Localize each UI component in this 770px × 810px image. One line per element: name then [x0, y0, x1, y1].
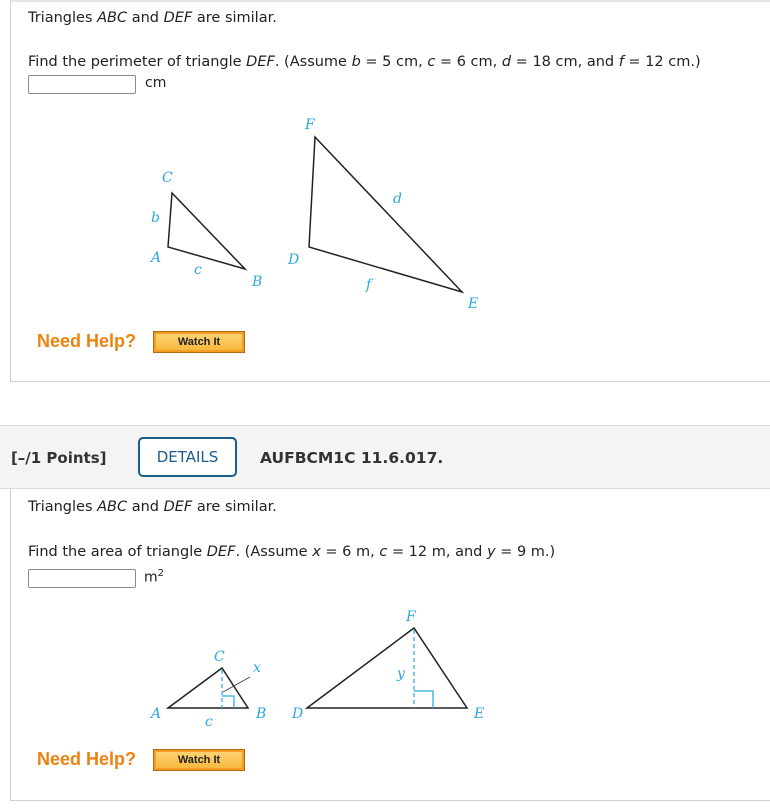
q2-need-help: Need Help?: [37, 749, 137, 769]
right-angle-mark-abc: [222, 695, 235, 708]
label-c-vertex-2: C: [214, 649, 225, 665]
label-x-side: x: [253, 660, 261, 676]
label-b-vertex-2: B: [255, 706, 266, 722]
label-d-vertex-2: D: [291, 706, 303, 722]
q2-figure: C x A c B F y D E: [149, 609, 484, 730]
q2-watch-it-button[interactable]: Watch It: [153, 749, 245, 771]
right-angle-mark-def: [414, 690, 434, 708]
triangle-def-2: [304, 626, 469, 709]
triangle-abc-2: [165, 666, 250, 709]
label-f-vertex-2: F: [405, 609, 417, 625]
label-e-vertex-2: E: [473, 706, 484, 722]
label-y-side: y: [396, 666, 406, 682]
label-a-vertex-2: A: [149, 706, 161, 722]
label-c-side-2: c: [205, 714, 213, 730]
